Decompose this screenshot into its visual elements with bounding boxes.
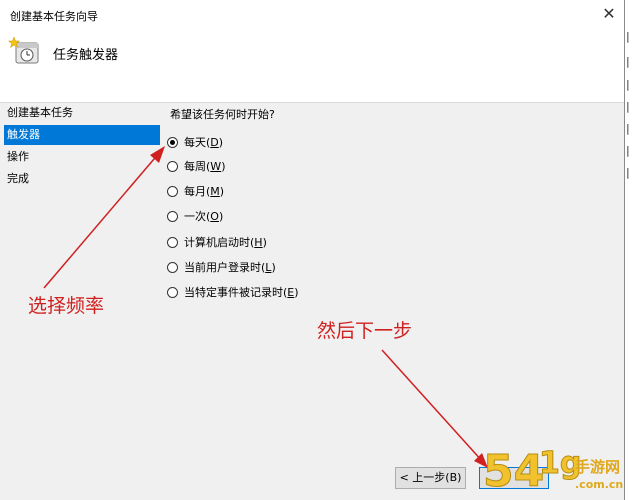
annotation-choose-frequency: 选择频率 — [28, 295, 105, 317]
site-watermark-logo: 54 1g 手游网 .com.cn — [482, 446, 633, 500]
annotation-arrows — [43, 146, 488, 468]
watermark-domain: .com.cn — [575, 478, 624, 491]
arrow-line-next — [381, 349, 484, 463]
arrow-line-frequency — [43, 151, 161, 289]
annotation-then-next: 然后下一步 — [317, 320, 413, 342]
watermark-cn: 手游网 — [575, 458, 621, 476]
watermark-digits: 54 — [482, 446, 545, 498]
